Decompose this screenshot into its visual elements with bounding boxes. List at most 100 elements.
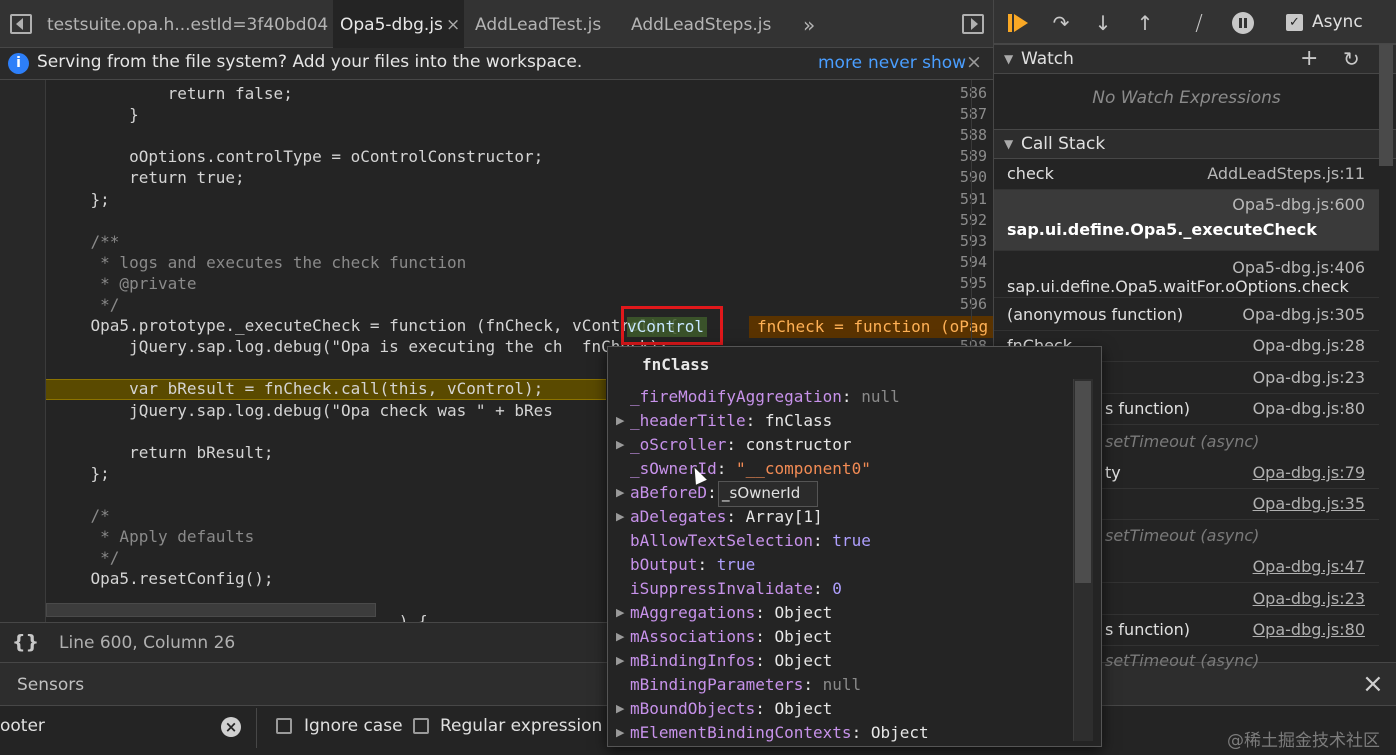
- code-line: * logs and executes the check function: [52, 252, 467, 272]
- frame-location-link[interactable]: Opa-dbg.js:80: [1253, 620, 1365, 639]
- tab-addleadtest[interactable]: AddLeadTest.js: [475, 0, 601, 48]
- property-row[interactable]: iSuppressInvalidate: 0: [630, 577, 842, 601]
- expand-triangle-icon[interactable]: ▶: [616, 433, 624, 457]
- frame-location-link[interactable]: Opa-dbg.js:47: [1253, 557, 1365, 576]
- property-key: aBeforeD: [630, 483, 708, 502]
- property-row[interactable]: _sOwnerId: "__component0": [630, 457, 871, 481]
- tab-testsuite[interactable]: testsuite.opa.h...estId=3f40bd04: [47, 0, 328, 48]
- property-row[interactable]: _fireModifyAggregation: null: [630, 385, 900, 409]
- expand-triangle-icon[interactable]: ▶: [616, 721, 624, 745]
- close-tab-icon[interactable]: ×: [446, 0, 460, 50]
- frame-location-link[interactable]: Opa-dbg.js:28: [1253, 336, 1365, 355]
- infobar-never-show-link[interactable]: never show: [868, 53, 966, 73]
- expand-triangle-icon[interactable]: ▶: [616, 601, 624, 625]
- call-stack-frame[interactable]: (anonymous function) Opa-dbg.js:305: [994, 300, 1379, 331]
- infobar-more-link[interactable]: more: [818, 53, 862, 73]
- property-row[interactable]: mAssociations: Object: [630, 625, 832, 649]
- property-value: Object: [774, 627, 833, 646]
- frame-name: ty: [1105, 463, 1121, 482]
- property-key: aDelegates: [630, 507, 727, 526]
- property-row[interactable]: bAllowTextSelection: true: [630, 529, 871, 553]
- line-number[interactable]: 592: [947, 211, 987, 229]
- line-number[interactable]: 589: [947, 147, 987, 165]
- clear-search-icon[interactable]: ×: [221, 717, 241, 737]
- toggle-navigator-icon[interactable]: [10, 14, 32, 34]
- info-icon: i: [8, 53, 29, 74]
- line-number[interactable]: 594: [947, 253, 987, 271]
- ignore-case-label: Ignore case: [304, 716, 403, 736]
- line-number[interactable]: 590: [947, 168, 987, 186]
- pretty-print-button[interactable]: {}: [12, 631, 39, 653]
- property-key: iSuppressInvalidate: [630, 579, 814, 598]
- expand-triangle-icon[interactable]: ▶: [616, 481, 624, 505]
- frame-location-link[interactable]: Opa5-dbg.js:600: [1232, 195, 1365, 214]
- code-line: */: [52, 548, 120, 568]
- property-value: constructor: [745, 435, 852, 454]
- line-number[interactable]: 593: [947, 232, 987, 250]
- property-row[interactable]: aDelegates: Array[1]: [630, 505, 823, 529]
- expand-triangle-icon[interactable]: ▶: [616, 409, 624, 433]
- drawer-tab-sensors[interactable]: Sensors: [17, 675, 84, 695]
- frame-name: s function): [1105, 399, 1191, 418]
- tab-overflow-button[interactable]: »: [803, 0, 815, 48]
- workspace-infobar: i Serving from the file system? Add your…: [0, 48, 993, 80]
- property-key: mAssociations: [630, 627, 756, 646]
- tab-opa5-dbg[interactable]: Opa5-dbg.js ×: [333, 0, 464, 48]
- property-separator: :: [745, 411, 765, 430]
- frame-location-link[interactable]: Opa5-dbg.js:406: [1232, 258, 1365, 277]
- line-number[interactable]: 586: [947, 84, 987, 102]
- code-line: var bResult = fnCheck.call(this, vContro…: [52, 379, 544, 399]
- frame-location-link[interactable]: Opa-dbg.js:80: [1253, 399, 1365, 418]
- tab-addleadsteps[interactable]: AddLeadSteps.js: [631, 0, 771, 48]
- expand-triangle-icon[interactable]: ▶: [616, 697, 624, 721]
- infobar-close-icon[interactable]: ×: [966, 51, 982, 73]
- ignore-case-checkbox[interactable]: [276, 718, 292, 734]
- frame-location-link[interactable]: Opa-dbg.js:79: [1253, 463, 1365, 482]
- line-number[interactable]: 596: [947, 295, 987, 313]
- code-line: * Apply defaults: [52, 527, 255, 547]
- code-line: */: [52, 295, 120, 314]
- property-row[interactable]: mElementBindingContexts: Object: [630, 721, 929, 745]
- property-key: _headerTitle: [630, 411, 746, 430]
- property-separator: :: [755, 699, 775, 718]
- sidebar-scrollbar-thumb[interactable]: [1379, 44, 1393, 166]
- popover-scrollbar-thumb[interactable]: [1075, 381, 1091, 583]
- call-stack-frame[interactable]: check AddLeadSteps.js:11: [994, 159, 1379, 190]
- frame-location-link[interactable]: Opa-dbg.js:35: [1253, 494, 1365, 513]
- property-row[interactable]: bOutput: true: [630, 553, 755, 577]
- line-number[interactable]: 595: [947, 274, 987, 292]
- frame-location-link[interactable]: Opa-dbg.js:23: [1253, 589, 1365, 608]
- expand-triangle-icon[interactable]: ▶: [616, 625, 624, 649]
- line-number[interactable]: 588: [947, 126, 987, 144]
- property-row[interactable]: mBindingInfos: Object: [630, 649, 832, 673]
- property-value: true: [832, 531, 871, 550]
- call-stack-frame[interactable]: sap.ui.define.Opa5._executeCheck Opa5-dbg…: [994, 190, 1379, 251]
- property-row[interactable]: mBindingParameters: null: [630, 673, 861, 697]
- frame-location-link[interactable]: Opa-dbg.js:23: [1253, 368, 1365, 387]
- expand-triangle-icon[interactable]: ▶: [616, 649, 624, 673]
- property-key: bAllowTextSelection: [630, 531, 814, 550]
- call-stack-frame[interactable]: sap.ui.define.Opa5.waitFor.oOptions.chec…: [994, 253, 1379, 298]
- property-row[interactable]: _headerTitle: fnClass: [630, 409, 832, 433]
- property-separator: :: [813, 579, 833, 598]
- property-row[interactable]: mAggregations: Object: [630, 601, 832, 625]
- property-value: true: [716, 555, 756, 574]
- expand-triangle-icon[interactable]: ▶: [616, 505, 624, 529]
- toggle-debugger-icon[interactable]: [962, 14, 984, 34]
- horizontal-scrollbar[interactable]: [46, 603, 376, 617]
- code-line: /*: [52, 506, 110, 525]
- property-row[interactable]: mBoundObjects: Object: [630, 697, 832, 721]
- search-input[interactable]: ooter: [0, 716, 222, 736]
- async-label: setTimeout (async): [1105, 432, 1260, 451]
- code-line: return bResult;: [52, 442, 274, 462]
- regex-checkbox[interactable]: [413, 718, 429, 734]
- frame-location-link[interactable]: Opa-dbg.js:305: [1242, 305, 1365, 324]
- property-value: fnClass: [764, 411, 833, 430]
- line-number[interactable]: 587: [947, 105, 987, 123]
- property-separator: :: [755, 627, 775, 646]
- drawer-close-icon[interactable]: ×: [1362, 669, 1384, 699]
- frame-location-link[interactable]: AddLeadSteps.js:11: [1207, 164, 1365, 183]
- code-line: Opa5.prototype._executeCheck = function …: [52, 316, 679, 336]
- line-number[interactable]: 591: [947, 190, 987, 208]
- property-row[interactable]: _oScroller: constructor: [630, 433, 852, 457]
